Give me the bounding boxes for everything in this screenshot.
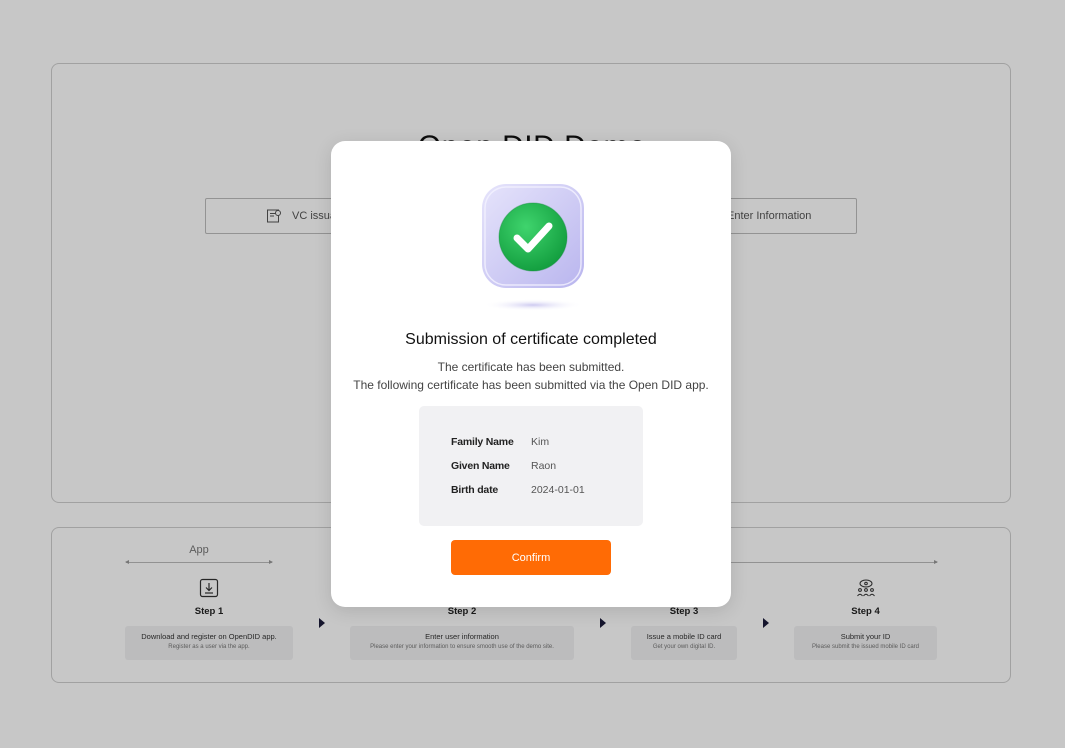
check-badge-icon [471,179,601,319]
certificate-info-box: Family Name Kim Given Name Raon Birth da… [419,406,643,526]
field-value: 2024-01-01 [531,484,585,496]
field-value: Raon [531,460,557,472]
modal-message: The certificate has been submitted. [437,360,625,374]
modal-message-detail: The following certificate has been submi… [353,378,709,392]
field-value: Kim [531,436,550,448]
field-label: Family Name [451,436,514,448]
field-label: Birth date [451,484,499,496]
submission-complete-modal: Submission of certificate completed The … [331,141,731,607]
confirm-button[interactable]: Confirm [451,540,611,575]
modal-title: Submission of certificate completed [405,331,657,348]
field-label: Given Name [451,460,510,472]
